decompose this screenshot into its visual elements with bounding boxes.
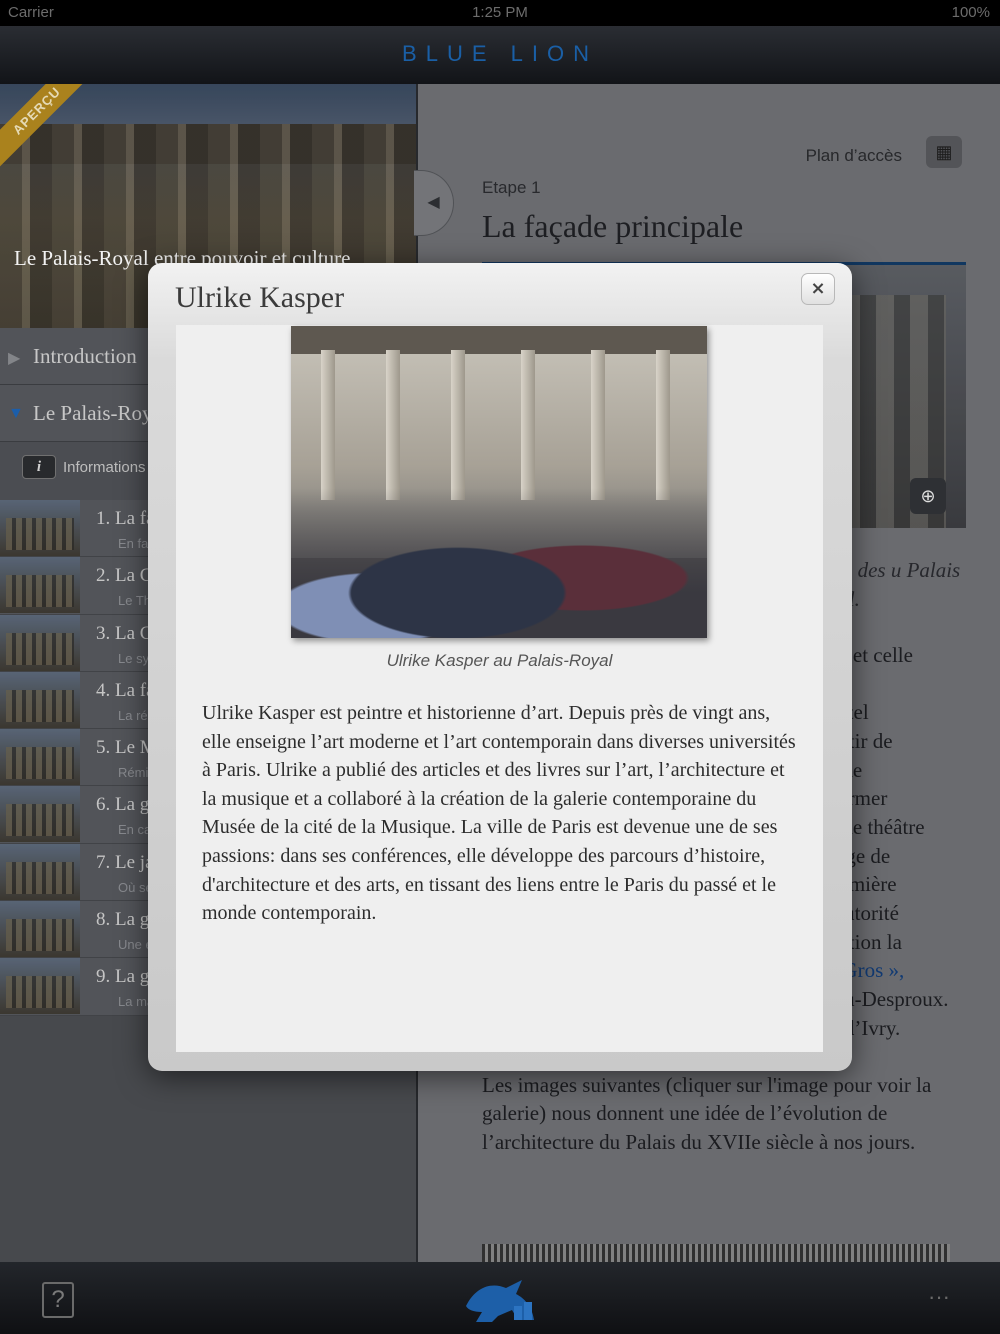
close-icon[interactable]: × — [801, 273, 835, 305]
battery-level: 100% — [951, 4, 990, 21]
guide-photo — [291, 326, 707, 638]
help-icon[interactable]: ? — [42, 1282, 74, 1318]
photo-caption: Ulrike Kasper au Palais-Royal — [386, 651, 613, 670]
clock: 1:25 PM — [472, 4, 528, 21]
zoom-icon[interactable]: ⊕ — [910, 478, 946, 514]
status-bar: Carrier 1:25 PM 100% — [0, 0, 1000, 26]
more-icon[interactable]: ··· — [928, 1284, 950, 1310]
guide-profile-modal: Ulrike Kasper × Ulrike Kasper au Palais-… — [148, 263, 852, 1071]
modal-title: Ulrike Kasper — [175, 281, 345, 314]
navigation-bar: BLUE LION — [0, 26, 1000, 84]
modal-content: Ulrike Kasper au Palais-Royal Ulrike Kas… — [176, 325, 823, 1052]
guide-bio: Ulrike Kasper est peintre et historienne… — [202, 702, 796, 925]
app-brand: BLUE LION — [402, 41, 598, 66]
lion-logo-icon[interactable] — [462, 1276, 538, 1324]
bottom-toolbar: ? ··· — [0, 1262, 1000, 1334]
